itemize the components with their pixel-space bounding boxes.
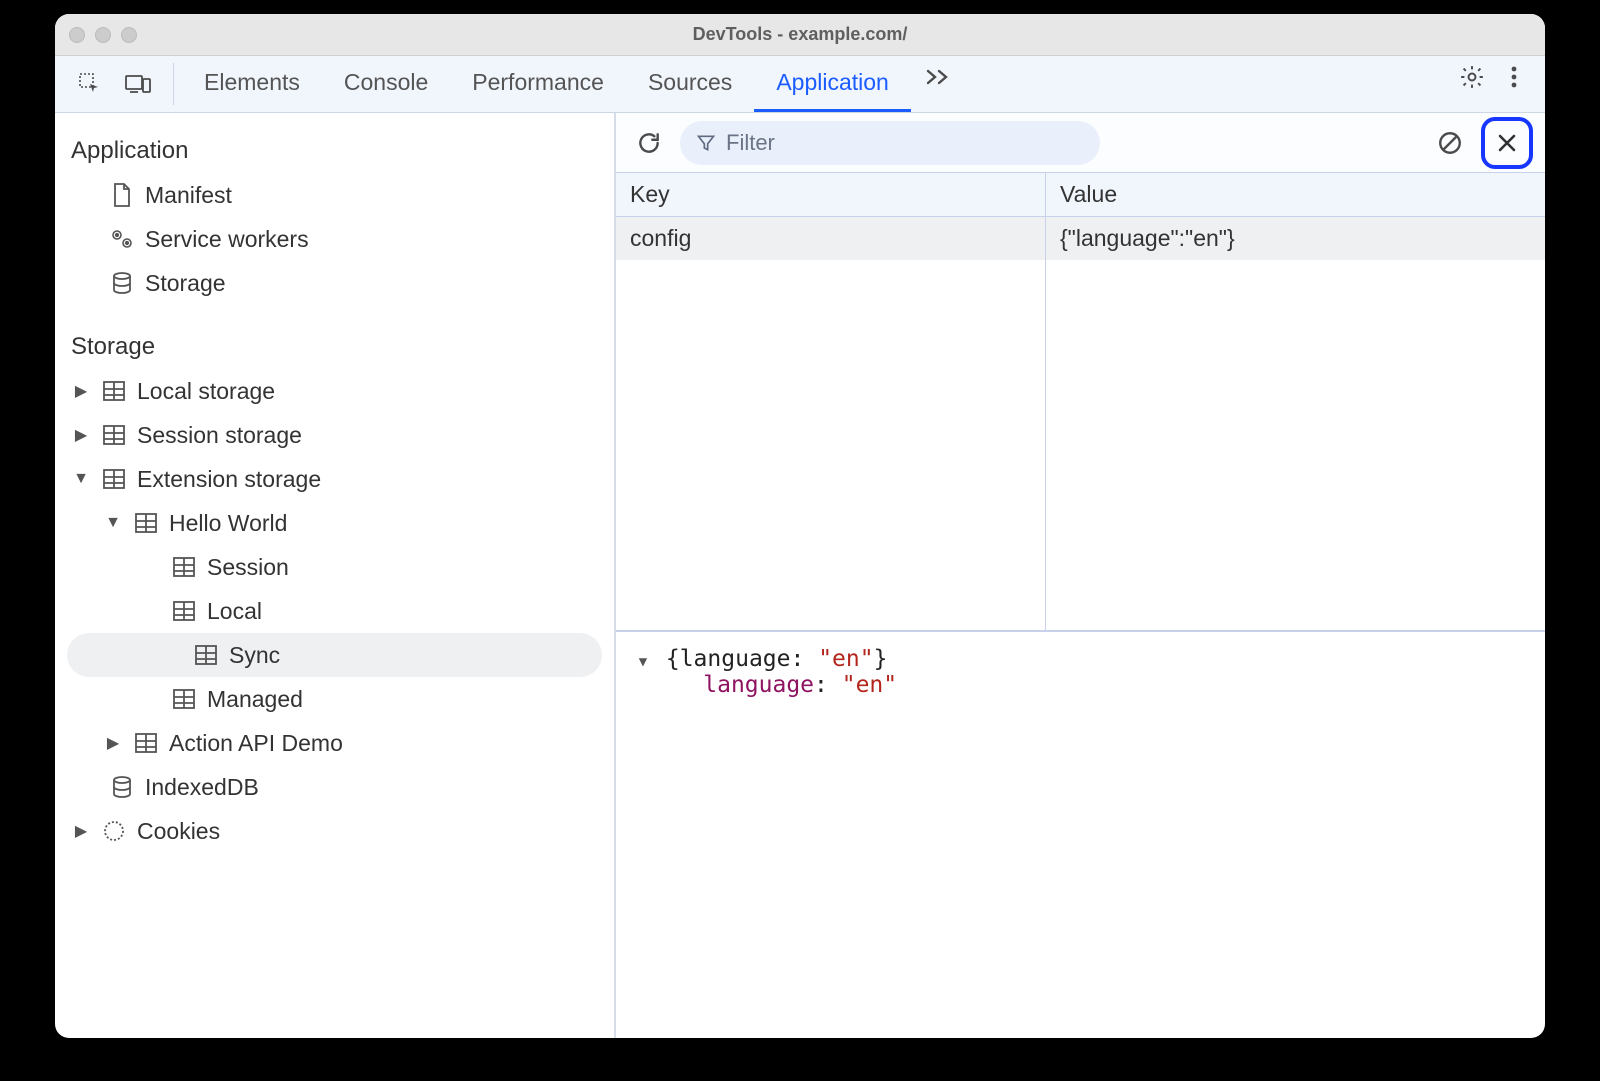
traffic-zoom[interactable] [121, 27, 137, 43]
col-value[interactable]: Value [1046, 173, 1545, 216]
sidebar-item-storage[interactable]: ▶ Storage [55, 261, 614, 305]
sidebar-item-hello-world[interactable]: ▼ Hello World [55, 501, 614, 545]
database-icon [109, 270, 135, 296]
sidebar-item-indexeddb[interactable]: ▶ IndexedDB [55, 765, 614, 809]
table-icon [101, 466, 127, 492]
sidebar-item-label: Sync [229, 642, 280, 669]
collapse-arrow-icon[interactable]: ▼ [71, 470, 91, 488]
application-sidebar[interactable]: Application ▶ Manifest ▶ Service workers [55, 113, 615, 1038]
preview-summary-prefix: {language: [666, 646, 818, 672]
tab-application[interactable]: Application [754, 56, 911, 112]
preview-summary-value: "en" [818, 646, 873, 672]
expand-arrow-icon[interactable]: ▶ [71, 425, 91, 445]
tab-console[interactable]: Console [322, 56, 450, 112]
cookie-icon [101, 818, 127, 844]
sidebar-item-label: Session [207, 554, 289, 581]
gears-icon [109, 226, 135, 252]
file-icon [109, 182, 135, 208]
inspect-element-icon[interactable] [69, 63, 111, 105]
filter-input[interactable] [726, 130, 1084, 156]
database-icon [109, 774, 135, 800]
tabs-bar: Elements Console Performance Sources App… [55, 56, 1545, 113]
sidebar-item-managed[interactable]: Managed [55, 677, 614, 721]
sidebar-item-manifest[interactable]: ▶ Manifest [55, 173, 614, 217]
table-icon [101, 378, 127, 404]
storage-panel: Key Value config {"language":"en"} ▼ {la… [615, 113, 1545, 1038]
table-row[interactable]: config {"language":"en"} [616, 217, 1545, 260]
storage-table: Key Value config {"language":"en"} [616, 173, 1545, 631]
sidebar-item-label: IndexedDB [145, 774, 259, 801]
sidebar-item-session[interactable]: Session [55, 545, 614, 589]
sidebar-item-extension-storage[interactable]: ▼ Extension storage [55, 457, 614, 501]
sidebar-item-label: Hello World [169, 510, 287, 537]
table-header: Key Value [616, 173, 1545, 217]
table-empty-area[interactable] [616, 260, 1545, 630]
tab-sources[interactable]: Sources [626, 56, 754, 112]
more-tabs-chevrons-icon[interactable] [917, 56, 959, 98]
table-icon [171, 686, 197, 712]
close-icon [1495, 131, 1519, 155]
sidebar-item-session-storage[interactable]: ▶ Session storage [55, 413, 614, 457]
sidebar-item-service-workers[interactable]: ▶ Service workers [55, 217, 614, 261]
tab-performance[interactable]: Performance [450, 56, 626, 112]
preview-prop-key: language [703, 672, 814, 698]
sidebar-item-label: Managed [207, 686, 303, 713]
refresh-icon[interactable] [628, 122, 670, 164]
traffic-close[interactable] [69, 27, 85, 43]
sidebar-item-label: Storage [145, 270, 226, 297]
table-icon [171, 598, 197, 624]
table-icon [193, 642, 219, 668]
sidebar-item-label: Local [207, 598, 262, 625]
value-preview: ▼ {language: "en"} language: "en" [616, 631, 1545, 1038]
cell-key[interactable]: config [616, 217, 1046, 260]
table-icon [133, 510, 159, 536]
sidebar-item-label: Service workers [145, 226, 309, 253]
filter-input-container[interactable] [680, 121, 1100, 165]
preview-summary-suffix: } [874, 646, 888, 672]
sidebar-item-action-api-demo[interactable]: ▶ Action API Demo [55, 721, 614, 765]
devtools-window: DevTools - example.com/ Elements Console [55, 14, 1545, 1038]
storage-toolbar [616, 113, 1545, 173]
sidebar-item-cookies[interactable]: ▶ Cookies [55, 809, 614, 853]
device-toolbar-icon[interactable] [117, 63, 159, 105]
sidebar-group-application: Application [55, 127, 614, 173]
panel-tabs: Elements Console Performance Sources App… [182, 56, 959, 112]
window-title: DevTools - example.com/ [55, 24, 1545, 45]
cell-value[interactable]: {"language":"en"} [1046, 217, 1545, 260]
sidebar-item-label: Extension storage [137, 466, 321, 493]
sidebar-item-label: Cookies [137, 818, 220, 845]
titlebar: DevTools - example.com/ [55, 14, 1545, 56]
col-key[interactable]: Key [616, 173, 1046, 216]
sidebar-item-sync[interactable]: Sync [67, 633, 602, 677]
expand-arrow-icon[interactable]: ▶ [71, 821, 91, 841]
delete-selected-button[interactable] [1481, 117, 1533, 169]
tab-elements[interactable]: Elements [182, 56, 322, 112]
sidebar-item-label: Action API Demo [169, 730, 343, 757]
sidebar-item-local-storage[interactable]: ▶ Local storage [55, 369, 614, 413]
clear-all-icon[interactable] [1429, 122, 1471, 164]
collapse-arrow-icon[interactable]: ▼ [634, 654, 652, 670]
filter-icon [696, 133, 716, 153]
table-icon [171, 554, 197, 580]
sidebar-item-label: Manifest [145, 182, 232, 209]
sidebar-item-label: Local storage [137, 378, 275, 405]
expand-arrow-icon[interactable]: ▶ [71, 381, 91, 401]
expand-arrow-icon[interactable]: ▶ [103, 733, 123, 753]
table-icon [133, 730, 159, 756]
table-icon [101, 422, 127, 448]
kebab-menu-icon[interactable] [1493, 56, 1535, 98]
traffic-minimize[interactable] [95, 27, 111, 43]
sidebar-group-storage: Storage [55, 323, 614, 369]
preview-prop-value: "en" [842, 672, 897, 698]
traffic-lights [69, 27, 137, 43]
sidebar-item-local[interactable]: Local [55, 589, 614, 633]
sidebar-item-label: Session storage [137, 422, 302, 449]
collapse-arrow-icon[interactable]: ▼ [103, 514, 123, 532]
settings-gear-icon[interactable] [1451, 56, 1493, 98]
